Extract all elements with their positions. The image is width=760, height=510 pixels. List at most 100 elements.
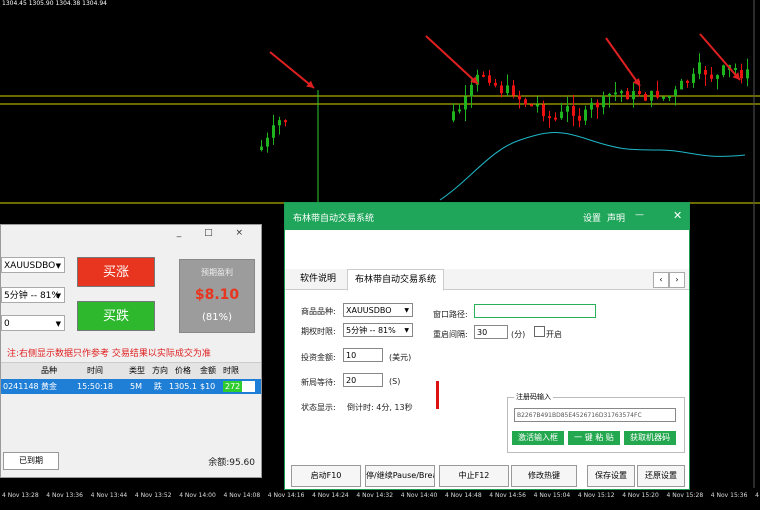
status-value: 倒计时: 4分, 13秒 bbox=[347, 403, 413, 412]
candle-body bbox=[560, 111, 563, 119]
path-label: 窗口路径: bbox=[433, 310, 468, 319]
moving-average-line bbox=[439, 132, 746, 201]
register-legend: 注册码输入 bbox=[514, 392, 553, 402]
time-tick: 4 Nov 15:12 bbox=[577, 492, 615, 499]
candle-body bbox=[260, 146, 263, 150]
candle-body bbox=[536, 104, 539, 107]
candle-body bbox=[674, 89, 677, 96]
profit-value: $8.10 bbox=[194, 287, 240, 303]
symbol-dropdown-value: XAUUSDBO bbox=[346, 306, 392, 315]
settings-link[interactable]: 设置 bbox=[583, 211, 601, 224]
tab-bollinger-system[interactable]: 布林带自动交易系统 bbox=[347, 269, 445, 291]
chevron-right-icon[interactable]: › bbox=[669, 272, 685, 288]
bollinger-trading-dialog: 布林带自动交易系统 设置 声明 — ✕ 软件说明 布林带自动交易系统 ‹ › 商… bbox=[284, 202, 690, 490]
status-indicator-bar bbox=[436, 381, 439, 409]
table-row[interactable]: 0241148 黄金 15:50:18 5M 跌 1305.1 $10 272 bbox=[1, 379, 261, 394]
row-price: 1305.1 bbox=[169, 382, 197, 391]
minimize-button[interactable]: — bbox=[635, 210, 644, 220]
candle-body bbox=[656, 90, 659, 98]
candle-body bbox=[722, 65, 725, 76]
time-tick: 4 Nov 13:52 bbox=[134, 492, 172, 499]
candle-body bbox=[572, 106, 575, 116]
save-settings-button[interactable]: 保存设置 bbox=[587, 465, 635, 487]
amount-unit: (美元) bbox=[389, 353, 412, 362]
candle-body bbox=[578, 115, 581, 121]
trade-panel: _ □ × XAUUSDBO ▼ 5分钟 -- 81% ▼ 0 ▼ 买涨 买跌 预期盈… bbox=[0, 224, 262, 478]
restart-label: 重启间隔: bbox=[433, 330, 468, 339]
paste-button[interactable]: 一 键 粘 贴 bbox=[568, 431, 620, 445]
pause-button[interactable]: 停/继续Pause/Break bbox=[365, 465, 435, 487]
candle-body bbox=[716, 75, 719, 79]
enable-checkbox[interactable] bbox=[534, 326, 545, 337]
dialog-tabs: 软件说明 布林带自动交易系统 ‹ › bbox=[285, 269, 689, 291]
symbol-dropdown[interactable]: XAUUSDBO ▼ bbox=[343, 303, 413, 317]
time-tick: 4 Nov 14:24 bbox=[312, 492, 349, 499]
row-id: 0241148 bbox=[3, 382, 39, 391]
tab-software-info[interactable]: 软件说明 bbox=[293, 269, 343, 289]
candle-body bbox=[494, 82, 497, 86]
row-time: 15:50:18 bbox=[77, 382, 113, 391]
col-symbol: 品种 bbox=[41, 366, 57, 375]
chart-price-header: 1304.45 1305.90 1304.38 1304.94 bbox=[2, 0, 107, 7]
period-select[interactable]: 5分钟 -- 81% ▼ bbox=[1, 287, 65, 303]
candle-body bbox=[698, 62, 701, 74]
buy-down-button[interactable]: 买跌 bbox=[77, 301, 155, 331]
restore-settings-button[interactable]: 还原设置 bbox=[637, 465, 685, 487]
symbol-select-value: XAUUSDBO bbox=[4, 261, 56, 271]
get-machine-code-button[interactable]: 获取机器码 bbox=[624, 431, 676, 445]
time-tick: 4 Nov 14:56 bbox=[489, 492, 526, 499]
candle-body bbox=[632, 91, 635, 100]
col-time: 时间 bbox=[87, 366, 103, 375]
chevron-down-icon: ▼ bbox=[55, 320, 61, 328]
tab-expired[interactable]: 已到期 bbox=[3, 452, 59, 470]
register-group: 注册码输入 B2267B491BD85E4526716D31763574FC 激… bbox=[507, 392, 685, 453]
expected-profit-box: 预期盈利 $8.10 (81%) bbox=[179, 259, 255, 333]
row-direction: 跌 bbox=[154, 382, 162, 391]
candle-body bbox=[488, 75, 491, 83]
candle-body bbox=[596, 102, 599, 108]
col-type: 类型 bbox=[129, 366, 145, 375]
amount-label: 投资金额: bbox=[301, 353, 336, 362]
candle-body bbox=[746, 69, 749, 79]
candle-body bbox=[668, 95, 671, 98]
symbol-select[interactable]: XAUUSDBO ▼ bbox=[1, 257, 65, 273]
candle-body bbox=[590, 102, 593, 110]
wait-input[interactable]: 20 bbox=[343, 373, 383, 387]
candle-body bbox=[638, 91, 641, 94]
close-button[interactable]: ✕ bbox=[673, 209, 682, 222]
period-dropdown[interactable]: 5分钟 -- 81% ▼ bbox=[343, 323, 413, 337]
amount-input[interactable]: 10 bbox=[343, 348, 383, 362]
wait-label: 新局等待: bbox=[301, 378, 336, 387]
hotkey-button[interactable]: 修改热键 bbox=[511, 465, 577, 487]
col-limit: 时限 bbox=[223, 366, 239, 375]
status-label: 状态显示: bbox=[301, 403, 336, 412]
time-tick: 4 Nov 14:32 bbox=[356, 492, 394, 499]
stop-button[interactable]: 中止F12 bbox=[439, 465, 509, 487]
window-buttons[interactable]: _ □ × bbox=[177, 228, 253, 238]
activate-button[interactable]: 激活输入框 bbox=[512, 431, 564, 445]
time-tick: 4 Nov 14:48 bbox=[445, 492, 482, 499]
chevron-left-icon[interactable]: ‹ bbox=[653, 272, 669, 288]
buy-up-button[interactable]: 买涨 bbox=[77, 257, 155, 287]
amount-select[interactable]: 0 ▼ bbox=[1, 315, 65, 331]
time-tick: 4 Nov 14:08 bbox=[223, 492, 261, 499]
amount-select-value: 0 bbox=[4, 319, 10, 329]
period-dropdown-value: 5分钟 -- 81% bbox=[346, 326, 396, 335]
candle-body bbox=[470, 84, 473, 97]
path-input[interactable] bbox=[474, 304, 596, 318]
start-button[interactable]: 启动F10 bbox=[291, 465, 361, 487]
disclaimer-note: 注:右侧显示数据只作参考 交易结果以实际成交为准 bbox=[7, 349, 211, 359]
candle-body bbox=[278, 120, 281, 126]
candle-body bbox=[650, 90, 653, 101]
candle-body bbox=[272, 125, 275, 138]
symbol-label: 商品品种: bbox=[301, 307, 336, 316]
candle-body bbox=[548, 116, 551, 119]
register-code-input[interactable]: B2267B491BD85E4526716D31763574FC bbox=[514, 408, 676, 422]
statement-link[interactable]: 声明 bbox=[607, 211, 625, 224]
row-limit: 272 bbox=[223, 381, 243, 392]
chevron-down-icon: ▼ bbox=[404, 307, 409, 314]
candle-body bbox=[518, 95, 521, 100]
time-tick: 4 Nov 13:28 bbox=[2, 492, 39, 499]
row-symbol: 黄金 bbox=[41, 382, 57, 391]
restart-input[interactable]: 30 bbox=[474, 325, 508, 339]
